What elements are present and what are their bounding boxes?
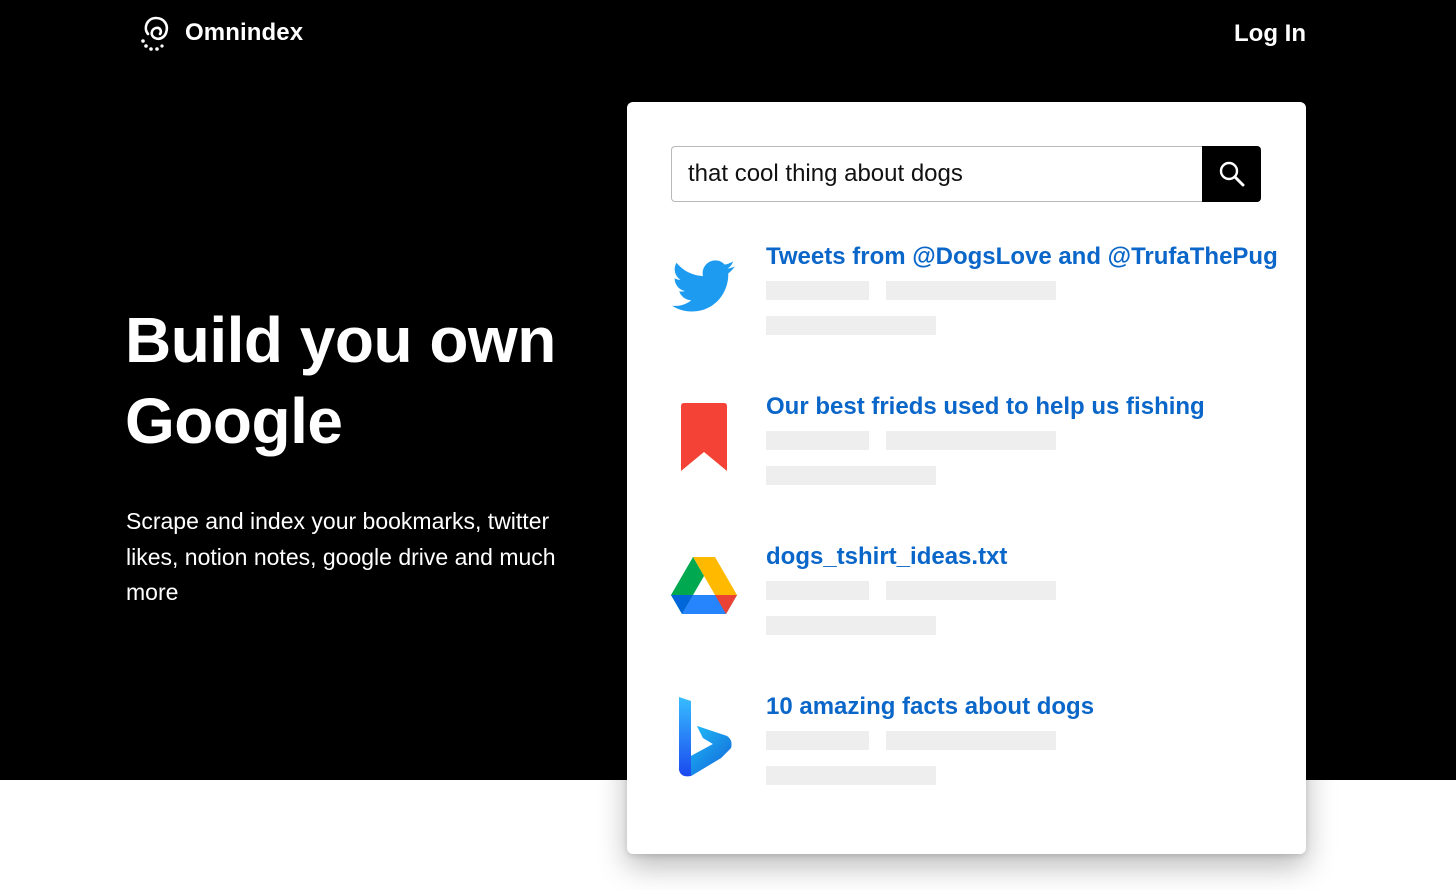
result-item[interactable]: Our best frieds used to help us fishing — [671, 392, 1271, 502]
skeleton-line — [886, 731, 1056, 750]
search-demo-card: Tweets from @DogsLove and @TrufaThePug O… — [627, 102, 1306, 854]
brand-logo[interactable]: Omnindex — [137, 14, 303, 52]
skeleton-line — [766, 766, 936, 785]
result-item[interactable]: dogs_tshirt_ideas.txt — [671, 542, 1271, 652]
landing-page: Omnindex Log In Build you own Google Scr… — [0, 0, 1456, 890]
skeleton-line — [766, 581, 869, 600]
skeleton-line — [886, 581, 1056, 600]
result-title[interactable]: Our best frieds used to help us fishing — [766, 392, 1205, 422]
skeleton-line — [766, 466, 936, 485]
bookmark-icon — [671, 392, 737, 482]
search-button[interactable] — [1202, 146, 1261, 202]
skeleton-line — [766, 281, 869, 300]
result-title[interactable]: 10 amazing facts about dogs — [766, 692, 1094, 722]
skeleton-line — [766, 616, 936, 635]
google-drive-icon — [671, 542, 737, 632]
skeleton-line — [886, 431, 1056, 450]
hero-headline: Build you own Google — [125, 304, 556, 457]
skeleton-line — [766, 316, 936, 335]
search-bar — [671, 146, 1261, 202]
bing-icon — [671, 692, 737, 782]
skeleton-line — [766, 431, 869, 450]
brand-name: Omnindex — [185, 19, 304, 46]
twitter-icon — [671, 242, 737, 332]
skeleton-line — [886, 281, 1056, 300]
result-title[interactable]: Tweets from @DogsLove and @TrufaThePug — [766, 242, 1278, 272]
result-item[interactable]: 10 amazing facts about dogs — [671, 692, 1271, 802]
result-item[interactable]: Tweets from @DogsLove and @TrufaThePug — [671, 242, 1278, 352]
login-link[interactable]: Log In — [1234, 20, 1306, 48]
skeleton-line — [766, 731, 869, 750]
search-icon — [1219, 161, 1245, 187]
search-input[interactable] — [671, 146, 1203, 202]
result-title[interactable]: dogs_tshirt_ideas.txt — [766, 542, 1007, 572]
omnindex-logo-icon — [141, 16, 169, 51]
hero-subtext: Scrape and index your bookmarks, twitter… — [126, 508, 556, 605]
